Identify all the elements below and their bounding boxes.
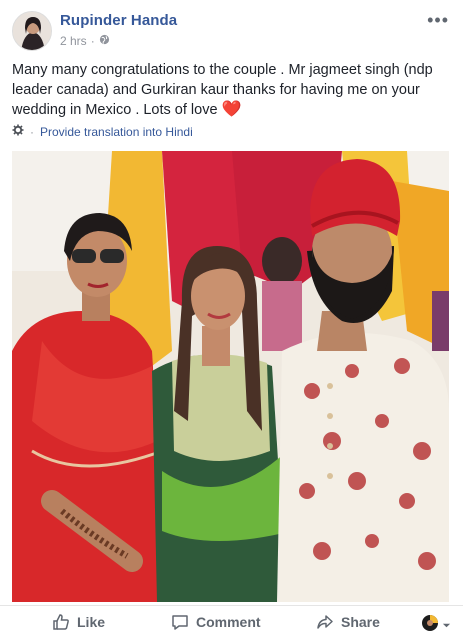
- thumbs-up-icon: [52, 613, 70, 631]
- like-button[interactable]: Like: [52, 613, 105, 631]
- comment-button[interactable]: Comment: [171, 613, 261, 631]
- comment-label: Comment: [196, 614, 261, 630]
- post-text: Many many congratulations to the couple …: [12, 60, 442, 120]
- avatar-image: [13, 12, 51, 50]
- translate-row: · Provide translation into Hindi: [12, 124, 193, 139]
- author-name[interactable]: Rupinder Handa: [60, 12, 177, 29]
- post-photo[interactable]: [12, 151, 449, 602]
- post-card: Rupinder Handa 2 hrs · ••• Many many con…: [0, 0, 463, 636]
- meta-separator: ·: [30, 124, 34, 139]
- post-timestamp[interactable]: 2 hrs: [60, 34, 87, 48]
- heart-emoji: ❤️: [221, 101, 242, 118]
- meta-separator: ·: [90, 34, 95, 48]
- globe-icon[interactable]: [99, 34, 110, 48]
- translate-link[interactable]: Provide translation into Hindi: [40, 125, 193, 139]
- profile-thumbnail-icon: [421, 614, 439, 635]
- action-bar: Like Comment Share: [0, 605, 463, 637]
- like-label: Like: [77, 614, 106, 630]
- share-button[interactable]: Share: [316, 613, 380, 631]
- chevron-down-icon: [442, 617, 451, 633]
- reaction-selector[interactable]: [421, 614, 451, 635]
- avatar[interactable]: [12, 11, 52, 51]
- post-meta: 2 hrs ·: [60, 34, 110, 48]
- share-label: Share: [341, 614, 380, 630]
- gear-icon: [12, 124, 24, 139]
- share-icon: [316, 613, 334, 631]
- more-options-icon[interactable]: •••: [427, 10, 449, 31]
- comment-icon: [171, 613, 189, 631]
- wedding-photo-image: [12, 151, 449, 602]
